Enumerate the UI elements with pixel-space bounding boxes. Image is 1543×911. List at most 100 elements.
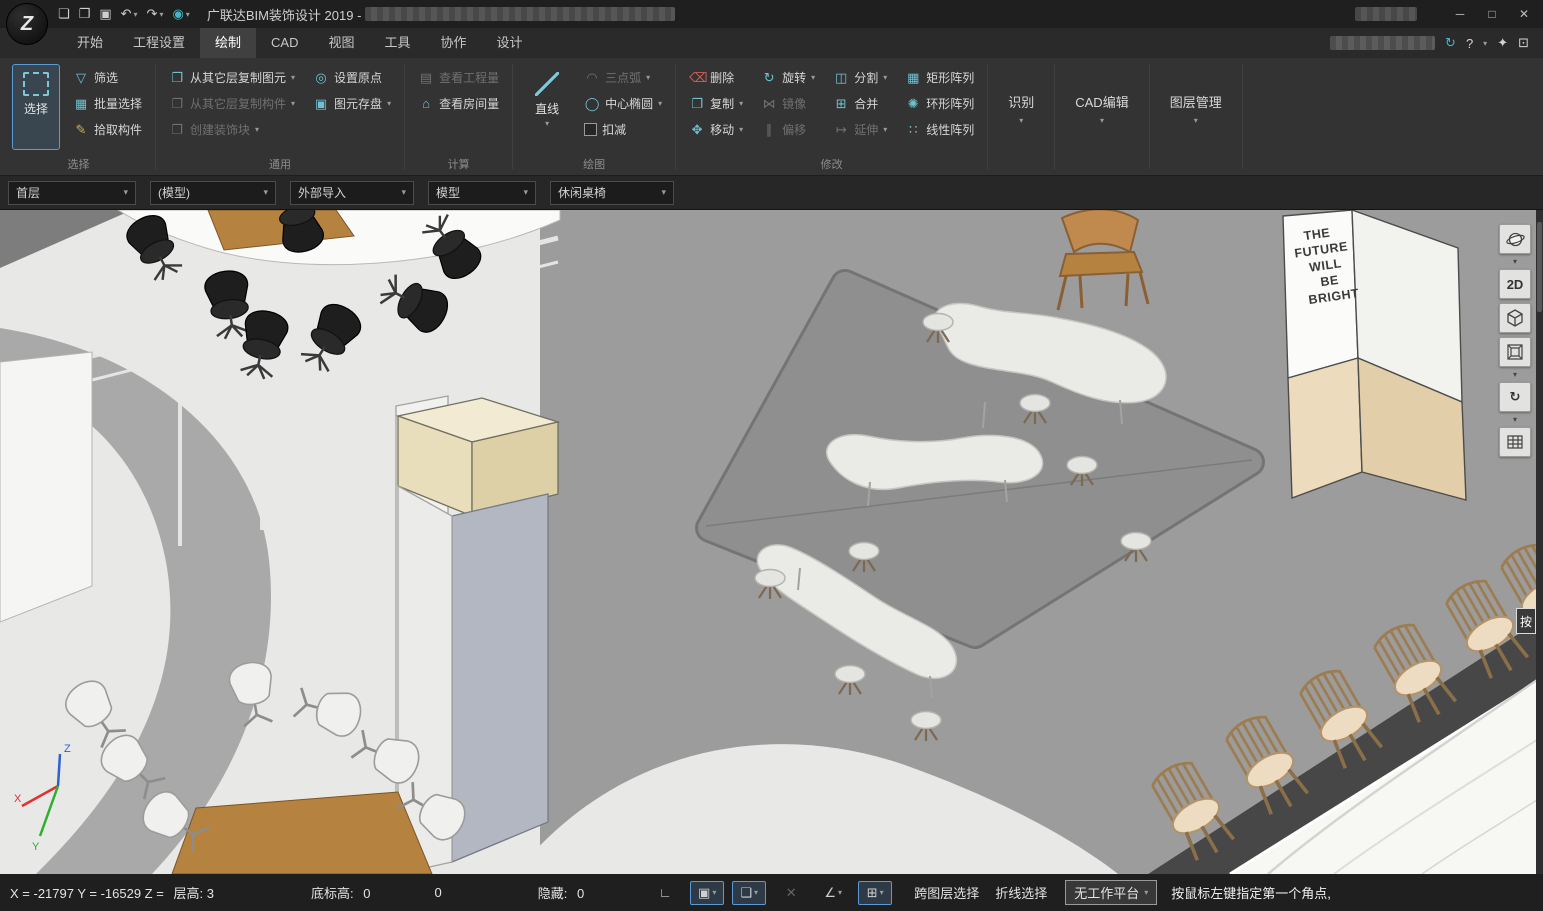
group-separator <box>404 64 405 169</box>
view-dropdown-arrow[interactable]: ▾ <box>1513 371 1517 378</box>
app-logo[interactable]: Z <box>6 3 48 45</box>
ribbon-item-delete[interactable]: ⌫删除 <box>686 67 746 88</box>
clear-selection-button[interactable]: ✕ <box>774 881 808 905</box>
checkbox-icon[interactable] <box>584 123 597 136</box>
ribbon-item-pick-element[interactable]: ✎拾取构件 <box>70 119 145 140</box>
ribbon-item-view-room-quantities[interactable]: ⌂查看房间量 <box>415 93 502 114</box>
ribbon-item-view-quantities[interactable]: ▤查看工程量 <box>415 67 502 88</box>
window-title: 广联达BIM装饰设计 2019 - <box>207 5 362 24</box>
tall-button-recognize[interactable]: 识别▾ <box>990 60 1052 156</box>
ribbon-item-batch-select[interactable]: ▦批量选择 <box>70 93 145 114</box>
ribbon-item-rect-array[interactable]: ▦矩形阵列 <box>902 67 977 88</box>
big-button-line[interactable]: 直线▾ <box>523 64 571 150</box>
group-label-modify: 修改 <box>678 156 985 172</box>
workspace-icon[interactable]: ⊡ <box>1518 35 1529 51</box>
group-label-select: 选择 <box>4 156 153 172</box>
tab-draw[interactable]: 绘制 <box>200 28 256 58</box>
orbit-dropdown-arrow[interactable]: ▾ <box>1513 258 1517 265</box>
rect-select-mode-button[interactable]: ▣▾ <box>690 881 724 905</box>
redo-button[interactable]: ↷▾ <box>147 6 164 22</box>
combo-floor[interactable]: 首层▾ <box>8 181 136 205</box>
ribbon-item-copy[interactable]: ❐复制▾ <box>686 93 746 114</box>
copy-components-from-layer-icon: ❐ <box>169 96 185 112</box>
iso-view-button[interactable] <box>1499 303 1531 333</box>
tab-design[interactable]: 设计 <box>482 28 538 58</box>
open-file-button[interactable]: ❐ <box>79 6 91 22</box>
ribbon-item-move[interactable]: ✥移动▾ <box>686 119 746 140</box>
tab-collab[interactable]: 协作 <box>426 28 482 58</box>
svg-text:X: X <box>14 793 22 805</box>
combo-source[interactable]: 外部导入▾ <box>290 181 414 205</box>
ribbon-item-create-block[interactable]: ❒创建装饰块▾ <box>166 119 298 140</box>
tab-row-right: ↻ ? ▾ ✦ ⊡ <box>1330 35 1543 51</box>
work-plane-dropdown[interactable]: 无工作平台 ▾ <box>1065 880 1157 905</box>
perspective-view-button[interactable] <box>1499 337 1531 367</box>
view-toolbar: ▾ 2D ▾ ↻ ▾ <box>1499 224 1531 457</box>
combo-element-type[interactable]: 休闲桌椅▾ <box>550 181 674 205</box>
cross-layer-select-toggle[interactable]: 跨图层选择 <box>914 883 979 902</box>
coordinate-input-button[interactable]: ⊞▾ <box>858 881 892 905</box>
ribbon-item-deduction[interactable]: 扣减 <box>581 119 665 140</box>
ribbon-item-split[interactable]: ◫分割▾ <box>830 67 890 88</box>
dropdown-arrow: ▾ <box>712 888 716 897</box>
wall-panel <box>0 352 92 622</box>
help-dropdown-arrow[interactable]: ▾ <box>1483 39 1487 48</box>
orbit-button[interactable] <box>1499 224 1531 254</box>
viewport-canvas[interactable]: THE FUTURE WILL BE BRIGHT <box>0 210 1543 874</box>
view-cube-mode-button[interactable]: ❑▾ <box>732 881 766 905</box>
ribbon-item-mirror[interactable]: ⋈镜像 <box>758 93 818 114</box>
combo-model-filter[interactable]: (模型)▾ <box>150 181 276 205</box>
ribbon-item-save-elements[interactable]: ▣图元存盘▾ <box>310 93 394 114</box>
ribbon-item-copy-elements-from-layer[interactable]: ❐从其它层复制图元▾ <box>166 67 298 88</box>
ribbon-item-filter[interactable]: ▽筛选 <box>70 67 145 88</box>
close-button[interactable]: ✕ <box>1509 1 1539 27</box>
ribbon-item-center-ellipse[interactable]: ◯中心椭圆▾ <box>581 93 665 114</box>
save-button[interactable]: ▣ <box>99 6 111 22</box>
tab-settings[interactable]: 工程设置 <box>118 28 200 58</box>
ribbon-item-copy-components-from-layer[interactable]: ❐从其它层复制构件▾ <box>166 93 298 114</box>
tab-view[interactable]: 视图 <box>314 28 370 58</box>
ribbon-item-offset[interactable]: ∥偏移 <box>758 119 818 140</box>
tall-button-cad-edit[interactable]: CAD编辑▾ <box>1057 60 1146 156</box>
dropdown-arrow: ▾ <box>1144 888 1148 897</box>
minimize-button[interactable]: ─ <box>1445 1 1475 27</box>
big-button-select-tool[interactable]: 选择 <box>12 64 60 150</box>
base-elevation-label: 底标高: <box>311 886 354 901</box>
ribbon-item-extend[interactable]: ↦延伸▾ <box>830 119 890 140</box>
dropdown-arrow[interactable]: ▾ <box>134 10 138 19</box>
refresh-view-button[interactable]: ↻ <box>1499 382 1531 412</box>
tab-tools[interactable]: 工具 <box>370 28 426 58</box>
ribbon-item-polar-array[interactable]: ✺环形阵列 <box>902 93 977 114</box>
combo-element-type-value: 休闲桌椅 <box>558 184 655 201</box>
collaborate-button[interactable]: ◉▾ <box>172 6 189 22</box>
refresh-dropdown-arrow[interactable]: ▾ <box>1513 416 1517 423</box>
redacted-account-text <box>1330 36 1435 50</box>
dropdown-arrow: ▾ <box>123 187 128 198</box>
ribbon-item-set-origin[interactable]: ◎设置原点 <box>310 67 394 88</box>
theme-icon[interactable]: ✦ <box>1497 35 1508 51</box>
viewport-scrollbar[interactable] <box>1536 210 1543 874</box>
undo-button[interactable]: ↶▾ <box>121 6 138 22</box>
help-icon[interactable]: ? <box>1466 36 1473 51</box>
view-quantities-icon: ▤ <box>418 70 434 86</box>
title-bar: Z ❏❐▣↶▾↷▾◉▾ 广联达BIM装饰设计 2019 - ─ □ ✕ <box>0 0 1543 28</box>
refresh-icon[interactable]: ↻ <box>1445 35 1456 51</box>
base-elevation-value: 0 <box>363 886 370 901</box>
view-2d-button[interactable]: 2D <box>1499 269 1531 299</box>
tab-start[interactable]: 开始 <box>62 28 118 58</box>
angle-snap-button[interactable]: ∠▾ <box>816 881 850 905</box>
ortho-button[interactable]: ∟ <box>648 881 682 905</box>
ribbon-item-merge[interactable]: ⊞合并 <box>830 93 890 114</box>
layout-grid-button[interactable] <box>1499 427 1531 457</box>
combo-category[interactable]: 模型▾ <box>428 181 536 205</box>
new-file-button[interactable]: ❏ <box>58 6 70 22</box>
tab-cad[interactable]: CAD <box>256 28 313 58</box>
maximize-button[interactable]: □ <box>1477 1 1507 27</box>
ribbon-item-three-point-arc[interactable]: ◠三点弧▾ <box>581 67 665 88</box>
dropdown-arrow[interactable]: ▾ <box>186 10 190 19</box>
ribbon-item-linear-array[interactable]: ∷线性阵列 <box>902 119 977 140</box>
dropdown-arrow[interactable]: ▾ <box>159 10 163 19</box>
polyline-select-toggle[interactable]: 折线选择 <box>995 883 1047 902</box>
tall-button-layer-manager[interactable]: 图层管理▾ <box>1152 60 1240 156</box>
ribbon-item-rotate[interactable]: ↻旋转▾ <box>758 67 818 88</box>
